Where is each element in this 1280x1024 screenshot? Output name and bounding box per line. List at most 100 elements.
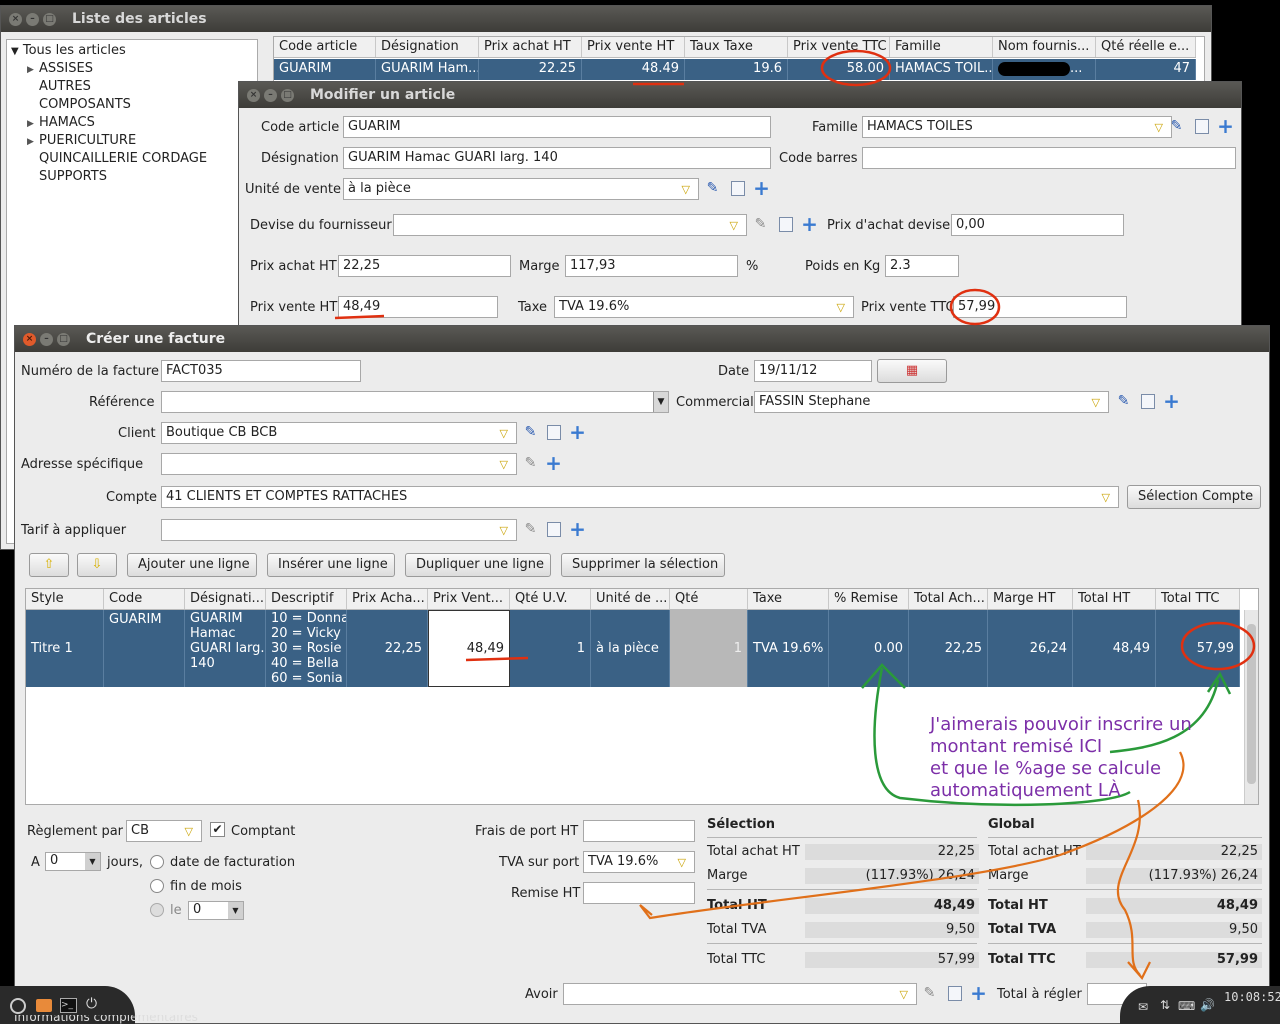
insert-line-button[interactable]: Insérer une ligne — [267, 553, 395, 577]
vente-ht-input[interactable]: 48,49 — [338, 296, 498, 318]
clock[interactable]: 10:08:52 — [1224, 990, 1280, 1004]
folder-icon[interactable] — [36, 999, 52, 1012]
table-row[interactable]: Titre 1 GUARIM GUARIM Hamac GUARI larg. 140 10… — [26, 610, 1240, 687]
detail-icon[interactable] — [547, 425, 561, 440]
radio-fin-mois[interactable] — [150, 879, 164, 893]
selection-compte-button[interactable]: Sélection Compte — [1127, 485, 1261, 509]
tree-item[interactable]: ▶ PUERICULTURE — [27, 133, 136, 148]
cell-remise[interactable]: 0.00 — [829, 610, 909, 687]
add-icon[interactable]: + — [1217, 116, 1234, 136]
duplicate-line-button[interactable]: Dupliquer une ligne — [405, 553, 551, 577]
edit-icon[interactable]: ✎ — [704, 180, 721, 197]
taxe-select[interactable]: TVA 19.6% ▽ — [554, 296, 854, 318]
close-button[interactable]: × — [23, 332, 36, 346]
total-regler-label: Total à régler — [997, 987, 1082, 1002]
tarif-select[interactable]: ▽ — [161, 519, 517, 541]
detail-icon[interactable] — [547, 522, 561, 537]
delete-selection-button[interactable]: Supprimer la sélection — [561, 553, 725, 577]
edit-icon[interactable]: ✎ — [522, 521, 539, 538]
marge-input[interactable]: 117,93 — [565, 255, 738, 277]
unite-select[interactable]: à la pièce ▽ — [343, 178, 699, 200]
poids-input[interactable]: 2.3 — [885, 255, 959, 277]
code-input[interactable]: GUARIM — [343, 116, 771, 138]
keyboard-icon[interactable]: ⌨ — [1178, 999, 1195, 1013]
avoir-select[interactable]: ▽ — [563, 983, 917, 1005]
network-icon[interactable]: ⇅ — [1160, 998, 1170, 1012]
add-line-button[interactable]: Ajouter une ligne — [127, 553, 257, 577]
radio-le[interactable] — [150, 903, 164, 917]
radio-facturation[interactable] — [150, 855, 164, 869]
edit-icon[interactable]: ✎ — [1168, 118, 1185, 135]
reference-select[interactable]: ▼ — [161, 391, 669, 413]
tree-item[interactable]: ▶ ASSISES — [27, 61, 93, 76]
edit-icon[interactable]: ✎ — [522, 424, 539, 441]
menu-icon[interactable] — [10, 998, 26, 1014]
add-icon[interactable]: + — [569, 519, 586, 539]
vente-ttc-input[interactable]: 57,99 — [953, 296, 1127, 318]
edit-icon[interactable]: ✎ — [522, 455, 539, 472]
volume-icon[interactable]: 🔊 — [1200, 998, 1215, 1012]
maximize-button[interactable]: □ — [281, 88, 294, 102]
add-icon[interactable]: + — [970, 983, 987, 1003]
detail-icon[interactable] — [1195, 119, 1209, 134]
comptant-checkbox[interactable]: ✔ — [210, 822, 225, 837]
cell-prix-vente[interactable]: 48,49 — [428, 610, 510, 687]
detail-icon[interactable] — [948, 986, 962, 1001]
famille-select[interactable]: HAMACS TOILES ▽ — [862, 116, 1172, 138]
achat-input[interactable]: 22,25 — [338, 255, 511, 277]
tree-item[interactable]: QUINCAILLERIE CORDAGE — [27, 151, 207, 166]
adresse-select[interactable]: ▽ — [161, 453, 517, 475]
frais-port-input[interactable] — [583, 820, 695, 842]
reglement-select[interactable]: CB ▽ — [126, 820, 202, 842]
edit-icon[interactable]: ✎ — [921, 985, 938, 1002]
scroll-thumb[interactable] — [1247, 624, 1256, 784]
table-row[interactable]: GUARIM GUARIM Ham... 22.25 48.49 19.6 58.00 HA… — [274, 59, 1196, 80]
add-icon[interactable]: + — [569, 422, 586, 442]
prix-devise-input[interactable]: 0,00 — [951, 214, 1124, 236]
edit-icon[interactable]: ✎ — [1115, 393, 1132, 410]
scrollbar[interactable] — [1244, 610, 1258, 804]
close-button[interactable]: × — [247, 88, 260, 102]
add-icon[interactable]: + — [801, 214, 818, 234]
maximize-button[interactable]: □ — [57, 332, 70, 346]
minimize-button[interactable]: – — [40, 332, 53, 346]
minimize-button[interactable]: – — [26, 12, 39, 26]
client-select[interactable]: Boutique CB BCB ▽ — [161, 422, 517, 444]
remise-ht-input[interactable] — [583, 882, 695, 904]
add-icon[interactable]: + — [545, 453, 562, 473]
a-spinner[interactable]: 0 ▼ — [45, 852, 101, 871]
cell-total-ht: 48,49 — [1073, 610, 1156, 687]
facturation-label: date de facturation — [170, 855, 296, 870]
move-up-button[interactable]: ⇧ — [29, 553, 69, 577]
tree-item[interactable]: SUPPORTS — [27, 169, 107, 184]
add-icon[interactable]: + — [1163, 391, 1180, 411]
minimize-button[interactable]: – — [264, 88, 277, 102]
detail-icon[interactable] — [779, 217, 793, 232]
maximize-button[interactable]: □ — [43, 12, 56, 26]
tree-item[interactable]: COMPOSANTS — [27, 97, 131, 112]
devise-select[interactable]: ▽ — [393, 214, 747, 236]
detail-icon[interactable] — [731, 181, 745, 196]
numero-input[interactable]: FACT035 — [161, 360, 361, 382]
tree-item[interactable]: AUTRES — [27, 79, 91, 94]
date-input[interactable]: 19/11/12 — [754, 360, 872, 382]
calendar-button[interactable]: ▦ — [877, 359, 947, 383]
close-button[interactable]: × — [9, 12, 22, 26]
terminal-icon[interactable]: >_ — [60, 998, 77, 1013]
divider — [988, 943, 1262, 944]
power-icon[interactable]: ⏻ — [86, 996, 97, 1012]
expand-icon: ▶ — [27, 65, 34, 75]
edit-icon[interactable]: ✎ — [752, 216, 769, 233]
commercial-select[interactable]: FASSIN Stephane ▽ — [754, 391, 1109, 413]
move-down-button[interactable]: ⇩ — [77, 553, 117, 577]
compte-select[interactable]: 41 CLIENTS ET COMPTES RATTACHES ▽ — [161, 486, 1119, 508]
le-spinner[interactable]: 0 ▼ — [188, 901, 244, 920]
tva-port-select[interactable]: TVA 19.6% ▽ — [583, 851, 695, 873]
designation-input[interactable]: GUARIM Hamac GUARI larg. 140 — [343, 147, 771, 169]
tree-item[interactable]: ▶ HAMACS — [27, 115, 95, 130]
tree-root[interactable]: ▼ Tous les articles — [11, 43, 126, 58]
add-icon[interactable]: + — [753, 178, 770, 198]
barcode-input[interactable] — [862, 147, 1236, 169]
mail-icon[interactable]: ✉ — [1138, 1000, 1148, 1014]
detail-icon[interactable] — [1141, 394, 1155, 409]
